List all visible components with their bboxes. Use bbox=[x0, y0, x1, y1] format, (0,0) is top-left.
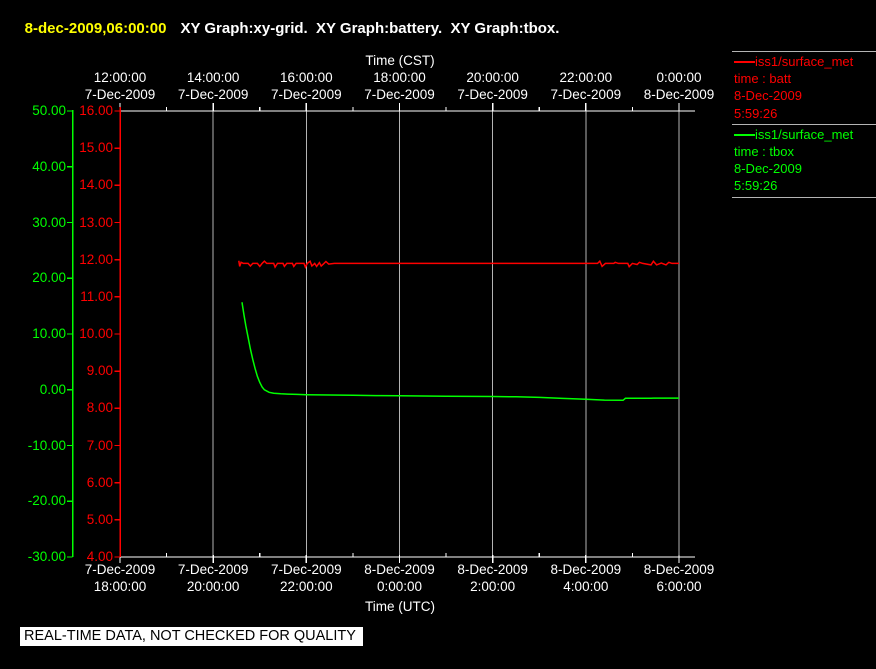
legend-field: time : batt bbox=[734, 71, 792, 87]
tbox-axis-tick-label: 0.00 bbox=[39, 381, 66, 397]
xy-graph-app-window: 8-dec-2009,06:00:00 XY Graph:xy-grid. XY … bbox=[0, 0, 876, 669]
batt-axis-tick-label: 11.00 bbox=[80, 288, 113, 304]
batt-axis-tick-label: 14.00 bbox=[79, 177, 113, 193]
tbox-axis-tick-label: 40.00 bbox=[32, 158, 66, 174]
legend-date: 8-Dec-2009 bbox=[734, 88, 802, 104]
tbox-axis-tick-label: 20.00 bbox=[32, 270, 66, 286]
tbox-axis-tick-label: -20.00 bbox=[27, 493, 66, 509]
legend-entry-batt: iss1/surface_met time : batt 8-Dec-2009 5:5… bbox=[732, 51, 876, 124]
batt-axis-tick-label: 9.00 bbox=[86, 363, 113, 379]
quality-notice: REAL-TIME DATA, NOT CHECKED FOR QUALITY bbox=[20, 627, 363, 646]
legend-entry-tbox: iss1/surface_met time : tbox 8-Dec-2009 5:5… bbox=[732, 123, 876, 198]
legend-field: time : tbox bbox=[734, 144, 794, 160]
legend-line-swatch-icon bbox=[734, 61, 755, 63]
legend-line-swatch-icon bbox=[734, 133, 755, 136]
legend-source-row: iss1/surface_met bbox=[734, 126, 876, 143]
batt-axis-tick-label: 5.00 bbox=[86, 511, 113, 527]
batt-axis-tick-label: 6.00 bbox=[86, 474, 113, 490]
batt-axis-tick-label: 7.00 bbox=[86, 437, 113, 453]
batt-axis-tick-label: 8.00 bbox=[86, 400, 113, 416]
series-line-tbox bbox=[241, 302, 679, 402]
series-line-batt bbox=[238, 259, 679, 269]
legend: iss1/surface_met time : batt 8-Dec-2009 5:5… bbox=[732, 51, 876, 198]
legend-source-row: iss1/surface_met bbox=[734, 53, 876, 70]
batt-axis-tick-label: 13.00 bbox=[79, 214, 113, 230]
legend-time: 5:59:26 bbox=[734, 178, 778, 194]
batt-axis-tick-label: 16.00 bbox=[79, 103, 113, 118]
legend-time: 5:59:26 bbox=[734, 105, 778, 121]
batt-axis-tick-label: 15.00 bbox=[79, 140, 113, 156]
bottom-axis-title: Time (UTC) bbox=[365, 599, 435, 614]
bottom-tick-label: 8-Dec-2009 6:00:00 bbox=[643, 562, 715, 594]
batt-axis-tick-label: 4.00 bbox=[86, 549, 113, 564]
top-tick-label: 0:00:00 8-Dec-2009 bbox=[643, 70, 715, 102]
batt-axis-tick-label: 12.00 bbox=[79, 251, 113, 267]
batt-axis-tick-label: 10.00 bbox=[79, 326, 113, 341]
legend-date: 8-Dec-2009 bbox=[734, 161, 802, 177]
